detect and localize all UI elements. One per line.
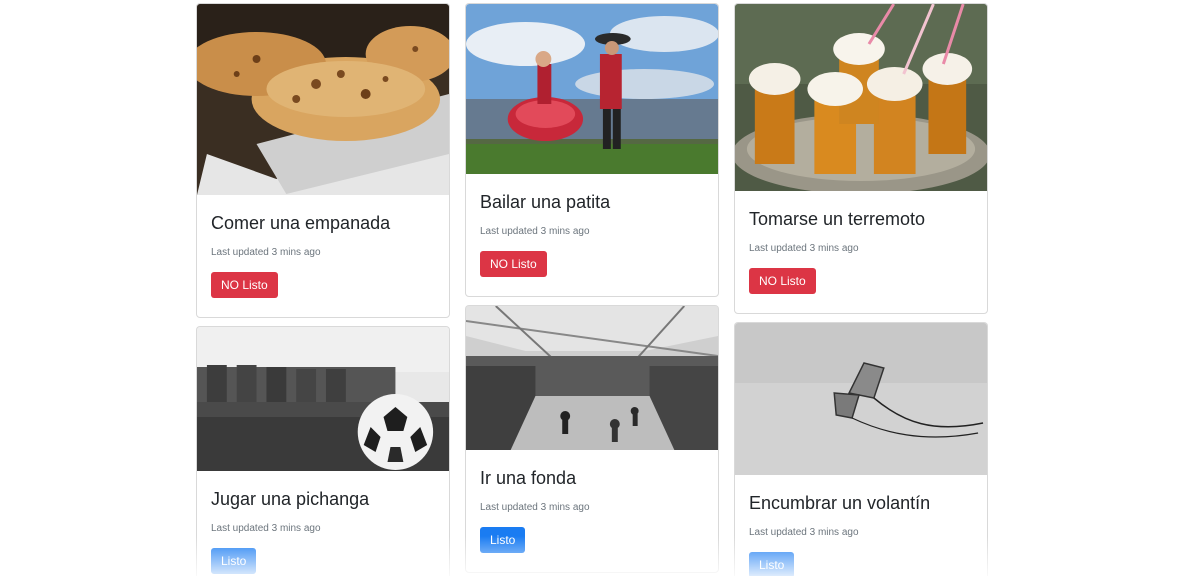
status-button[interactable]: NO Listo (211, 271, 278, 298)
card-title: Bailar una patita (480, 192, 611, 212)
empanada-photo (197, 4, 449, 195)
status-button[interactable]: Listo (480, 526, 526, 553)
card-fonda: Ir una fonda Last updated 3 mins ago Lis… (465, 305, 719, 573)
soccer-ball-photo (197, 327, 449, 471)
status-button[interactable]: NO Listo (749, 267, 816, 294)
card-pichanga: Jugar una pichanga Last updated 3 mins a… (196, 326, 450, 576)
card-body: Encumbrar un volantín Last updated 3 min… (735, 475, 987, 576)
card-title: Comer una empanada (211, 213, 391, 233)
terremoto-drinks-photo (735, 4, 987, 191)
card-title: Jugar una pichanga (211, 489, 370, 509)
card-bailar: Bailar una patita Last updated 3 mins ag… (465, 3, 719, 297)
card-title: Encumbrar un volantín (749, 493, 931, 513)
card-body: Bailar una patita Last updated 3 mins ag… (466, 174, 718, 277)
last-updated-text: Last updated 3 mins ago (480, 225, 590, 237)
last-updated-text: Last updated 3 mins ago (480, 501, 590, 513)
fonda-crowd-photo (466, 306, 718, 450)
card-title: Ir una fonda (480, 468, 577, 488)
card-volantin: Encumbrar un volantín Last updated 3 min… (734, 322, 988, 576)
card-terremoto: Tomarse un terremoto Last updated 3 mins… (734, 3, 988, 314)
card-body: Ir una fonda Last updated 3 mins ago Lis… (466, 450, 718, 553)
status-button[interactable]: Listo (211, 547, 257, 574)
last-updated-text: Last updated 3 mins ago (211, 522, 321, 534)
card-body: Jugar una pichanga Last updated 3 mins a… (197, 471, 449, 574)
card-title: Tomarse un terremoto (749, 209, 926, 229)
card-body: Tomarse un terremoto Last updated 3 mins… (735, 191, 987, 294)
card-body: Comer una empanada Last updated 3 mins a… (197, 195, 449, 298)
card-empanada: Comer una empanada Last updated 3 mins a… (196, 3, 450, 318)
status-button[interactable]: Listo (749, 551, 795, 576)
kite-photo (735, 323, 987, 475)
cueca-dancers-photo (466, 4, 718, 174)
last-updated-text: Last updated 3 mins ago (211, 246, 321, 258)
status-button[interactable]: NO Listo (480, 250, 547, 277)
last-updated-text: Last updated 3 mins ago (749, 242, 859, 254)
last-updated-text: Last updated 3 mins ago (749, 526, 859, 538)
